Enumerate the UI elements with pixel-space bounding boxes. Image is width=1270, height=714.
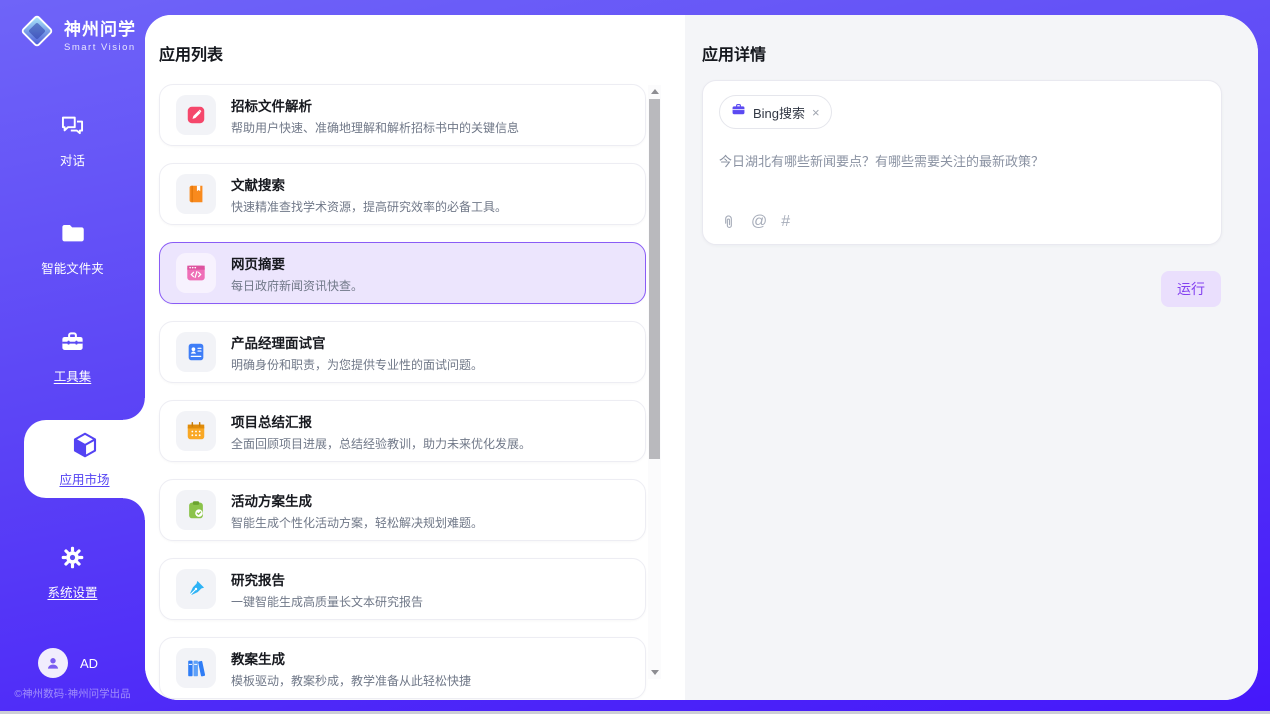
app-detail-pane: 应用详情 Bing搜索 × 今日湖北有哪些新闻要点？有哪些需要关注的最新政策？ xyxy=(685,15,1258,700)
app-card-title: 招标文件解析 xyxy=(231,95,519,115)
sidebar-item-label: 应用市场 xyxy=(59,469,109,488)
book-icon xyxy=(176,174,216,214)
app-card-research-report[interactable]: 研究报告 一键智能生成高质量长文本研究报告 xyxy=(159,558,646,620)
brand-name: 神州问学 xyxy=(64,15,136,40)
brand: 神州问学 Smart Vision xyxy=(18,12,136,55)
sidebar-item-settings[interactable]: 系统设置 xyxy=(0,544,145,601)
sidebar-item-app-market[interactable]: 应用市场 xyxy=(24,420,145,498)
app-card-title: 研究报告 xyxy=(231,569,423,589)
scrollbar-thumb[interactable] xyxy=(649,99,660,459)
sidebar-item-label: 工具集 xyxy=(54,366,92,385)
sidebar-item-smart-folder[interactable]: 智能文件夹 xyxy=(0,220,145,277)
app-card-activity-plan[interactable]: 活动方案生成 智能生成个性化活动方案，轻松解决规划难题。 xyxy=(159,479,646,541)
sidebar-item-chat[interactable]: 对话 xyxy=(0,112,145,169)
clipboard-check-icon xyxy=(176,490,216,530)
app-detail-title: 应用详情 xyxy=(702,41,766,65)
app-card-lesson-plan[interactable]: 教案生成 模板驱动，教案秒成，教学准备从此轻松快捷 xyxy=(159,637,646,699)
at-icon[interactable]: @ xyxy=(751,213,767,231)
user-name: AD xyxy=(80,656,98,671)
calendar-icon xyxy=(176,411,216,451)
app-card-title: 教案生成 xyxy=(231,648,471,668)
app-card-desc: 帮助用户快速、准确地理解和解析招标书中的关键信息 xyxy=(231,119,519,136)
app-card-pm-interviewer[interactable]: 产品经理面试官 明确身份和职责，为您提供专业性的面试问题。 xyxy=(159,321,646,383)
prompt-input-card[interactable]: Bing搜索 × 今日湖北有哪些新闻要点？有哪些需要关注的最新政策？ @ # xyxy=(702,80,1222,245)
question-text[interactable]: 今日湖北有哪些新闻要点？有哪些需要关注的最新政策？ xyxy=(719,151,1205,170)
app-card-title: 网页摘要 xyxy=(231,253,363,273)
brand-subtitle: Smart Vision xyxy=(64,42,136,53)
app-card-desc: 每日政府新闻资讯快查。 xyxy=(231,277,363,294)
ink-pen-icon xyxy=(176,569,216,609)
app-card-title: 文献搜索 xyxy=(231,174,507,194)
folder-icon xyxy=(59,220,86,252)
app-list-title: 应用列表 xyxy=(159,41,223,65)
app-card-desc: 模板驱动，教案秒成，教学准备从此轻松快捷 xyxy=(231,672,471,689)
app-card-desc: 一键智能生成高质量长文本研究报告 xyxy=(231,593,423,610)
app-list-pane: 应用列表 招标文件解析 帮助用户快速、准确地理解和解析招标书中的关键信息 xyxy=(145,15,685,700)
run-button[interactable]: 运行 xyxy=(1161,271,1221,307)
app-card-desc: 快速精准查找学术资源，提高研究效率的必备工具。 xyxy=(231,198,507,215)
close-icon[interactable]: × xyxy=(812,106,820,119)
app-card-title: 活动方案生成 xyxy=(231,490,483,510)
app-card-title: 项目总结汇报 xyxy=(231,411,531,431)
diamond-logo-icon xyxy=(18,12,56,55)
arrow-up-icon[interactable] xyxy=(648,85,661,98)
sidebar: 神州问学 Smart Vision 对话 智能文件夹 xyxy=(0,0,145,711)
gear-icon xyxy=(59,544,86,576)
app-card-literature-search[interactable]: 文献搜索 快速精准查找学术资源，提高研究效率的必备工具。 xyxy=(159,163,646,225)
app-card-project-summary[interactable]: 项目总结汇报 全面回顾项目进展，总结经验教训，助力未来优化发展。 xyxy=(159,400,646,462)
webpage-code-icon xyxy=(176,253,216,293)
pen-square-icon xyxy=(176,95,216,135)
app-card-tender-parse[interactable]: 招标文件解析 帮助用户快速、准确地理解和解析招标书中的关键信息 xyxy=(159,84,646,146)
sidebar-item-label: 系统设置 xyxy=(47,582,97,601)
toolbox-icon xyxy=(59,328,86,360)
paperclip-icon[interactable] xyxy=(720,214,737,231)
sidebar-item-toolset[interactable]: 工具集 xyxy=(0,328,145,385)
app-card-desc: 全面回顾项目进展，总结经验教训，助力未来优化发展。 xyxy=(231,435,531,452)
list-scrollbar[interactable] xyxy=(648,85,661,679)
main-content: 应用列表 招标文件解析 帮助用户快速、准确地理解和解析招标书中的关键信息 xyxy=(145,15,1258,700)
sidebar-item-label: 智能文件夹 xyxy=(41,258,104,277)
interview-doc-icon xyxy=(176,332,216,372)
app-card-title: 产品经理面试官 xyxy=(231,332,483,352)
input-toolbar: @ # xyxy=(720,213,790,231)
briefcase-icon xyxy=(731,102,746,122)
chat-icon xyxy=(59,112,86,144)
sidebar-item-label: 对话 xyxy=(60,150,85,169)
tool-chip-bing-search[interactable]: Bing搜索 × xyxy=(719,95,832,129)
books-icon xyxy=(176,648,216,688)
avatar xyxy=(38,648,68,678)
sidebar-footer: ©神州数码·神州问学出品 xyxy=(0,686,145,701)
app-card-web-summary[interactable]: 网页摘要 每日政府新闻资讯快查。 xyxy=(159,242,646,304)
hash-icon[interactable]: # xyxy=(781,213,790,231)
cube-icon xyxy=(70,430,100,465)
app-card-list: 招标文件解析 帮助用户快速、准确地理解和解析招标书中的关键信息 文献搜索 xyxy=(159,84,646,700)
arrow-down-icon[interactable] xyxy=(648,666,661,679)
user-account[interactable]: AD xyxy=(38,648,98,678)
tool-chip-label: Bing搜索 xyxy=(753,103,805,122)
app-card-desc: 明确身份和职责，为您提供专业性的面试问题。 xyxy=(231,356,483,373)
app-card-desc: 智能生成个性化活动方案，轻松解决规划难题。 xyxy=(231,514,483,531)
